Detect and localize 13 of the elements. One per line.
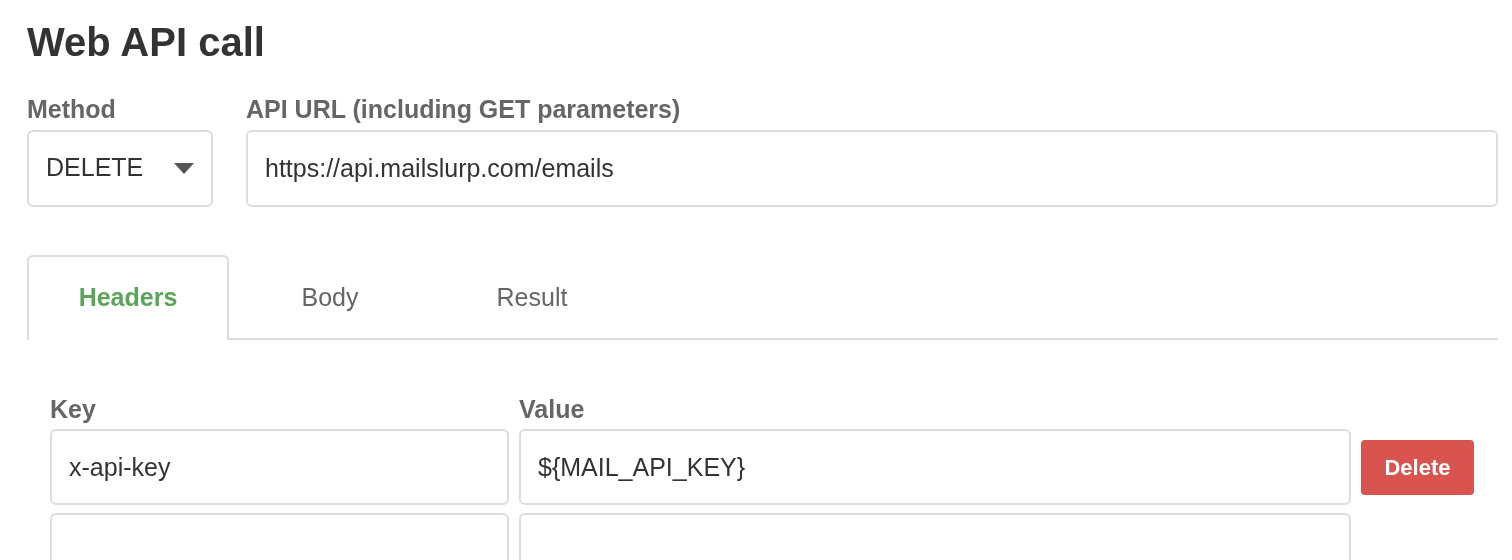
url-field[interactable]: https://api.mailslurp.com/emails: [246, 129, 1498, 207]
url-label: API URL (including GET parameters): [246, 96, 682, 124]
value-field[interactable]: ${MAIL_API_KEY}: [519, 429, 1351, 505]
delete-button[interactable]: Delete: [1361, 439, 1474, 495]
key-field[interactable]: x-api-key: [50, 429, 509, 505]
value-label: Value: [519, 395, 585, 423]
tab[interactable]: Body: [229, 254, 431, 340]
key-label: Key: [50, 395, 97, 423]
caret-icon: [174, 162, 194, 174]
method-select[interactable]: DELETE: [27, 129, 213, 207]
method-label: Method: [27, 96, 117, 124]
page-title: Web API call: [27, 19, 266, 66]
tab[interactable]: Result: [431, 254, 633, 340]
